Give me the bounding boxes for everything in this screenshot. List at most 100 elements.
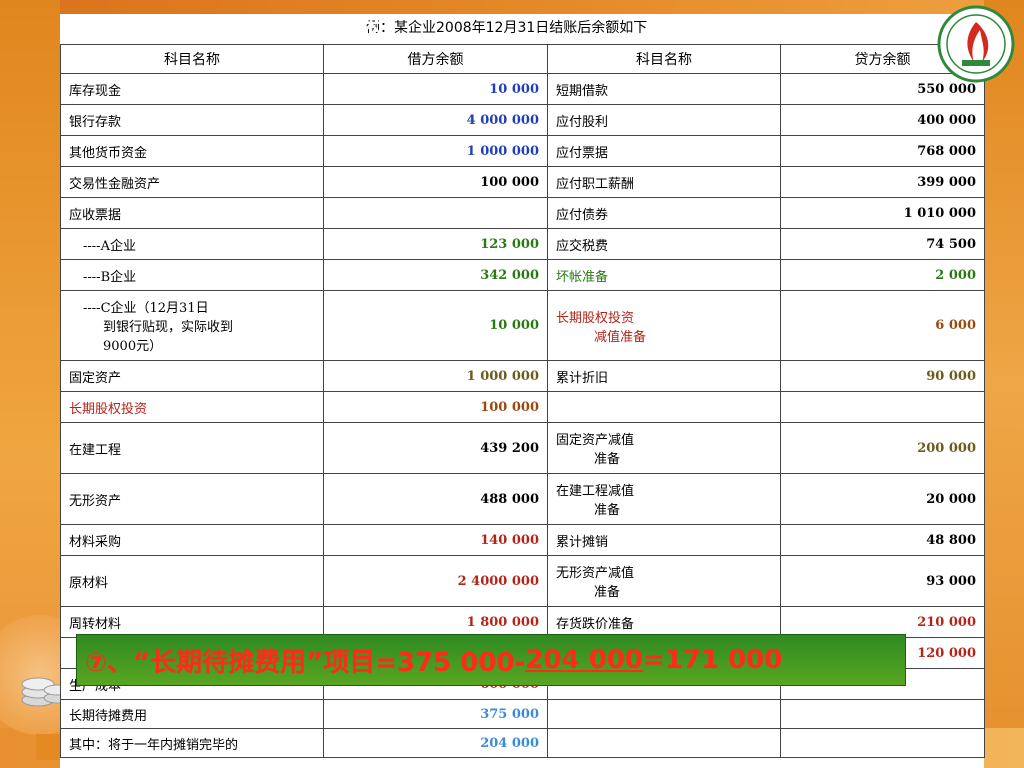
debit-account-cell: 原材料 — [60, 555, 324, 607]
credit-value-cell: 74 500 — [780, 228, 985, 260]
credit-account-cell: 短期借款 — [547, 73, 781, 105]
header-account-name-debit: 科目名称 — [60, 44, 324, 74]
credit-account-cell: 长期股权投资 减值准备 — [547, 290, 781, 361]
credit-value-cell: 399 000 — [780, 166, 985, 198]
debit-account-cell: 库存现金 — [60, 73, 324, 105]
credit-account-cell: 无形资产减值 准备 — [547, 555, 781, 607]
debit-account-cell: 银行存款 — [60, 104, 324, 136]
debit-account-cell: 其他货币资金 — [60, 135, 324, 167]
credit-account-cell: 累计折旧 — [547, 360, 781, 392]
credit-account-line: 减值准备 — [594, 329, 647, 345]
credit-account-line: 无形资产减值 — [556, 566, 635, 581]
debit-value-cell: 1 000 000 — [323, 135, 548, 167]
debit-value-cell: 1 000 000 — [323, 360, 548, 392]
debit-account-cell: 交易性金融资产 — [60, 166, 324, 198]
banner-text-result: =171 000 — [642, 645, 783, 675]
debit-value-cell: 123 000 — [323, 228, 548, 260]
credit-account-cell: 应交税费 — [547, 228, 781, 260]
debit-account-cell: 固定资产 — [60, 360, 324, 392]
school-emblem-icon — [937, 5, 1015, 83]
table-row: 其中：将于一年内摊销完毕的 204 000 — [60, 728, 985, 758]
debit-value-cell: 1 800 000 — [323, 606, 548, 638]
debit-value-cell: 342 000 — [323, 259, 548, 291]
table-row: 库存现金 10 000 短期借款 550 000 — [60, 73, 985, 105]
header-debit-balance: 借方余额 — [323, 44, 548, 74]
debit-account-cell: 长期待摊费用 — [60, 699, 324, 729]
debit-value-cell: 2 4000 000 — [323, 555, 548, 607]
table-row: ----A企业 123 000 应交税费 74 500 — [60, 228, 985, 260]
debit-value-cell: 439 200 — [323, 422, 548, 474]
debit-account-cell: 无形资产 — [60, 473, 324, 525]
credit-value-cell: 6 000 — [780, 290, 985, 361]
debit-account-cell: 长期股权投资 — [60, 391, 324, 423]
credit-account-line: 准备 — [594, 585, 621, 600]
credit-account-cell — [547, 728, 781, 758]
credit-account-cell — [547, 391, 781, 423]
table-caption: 例：某企业2008年12月31日结账后余额如下 — [366, 20, 648, 36]
table-row: 应收票据 应付债券 1 010 000 — [60, 197, 985, 229]
debit-value-cell: 375 000 — [323, 699, 548, 729]
credit-value-cell: 90 000 — [780, 360, 985, 392]
credit-value-cell: 20 000 — [780, 473, 985, 525]
credit-account-line: 准备 — [594, 452, 621, 467]
debit-account-cell: ----A企业 — [60, 228, 324, 260]
slide-right-band — [984, 0, 1024, 768]
debit-value-cell: 10 000 — [323, 73, 548, 105]
table-header-row: 科目名称 借方余额 科目名称 贷方余额 — [60, 44, 985, 74]
credit-value-cell: 768 000 — [780, 135, 985, 167]
table-row: ----B企业 342 000 坏帐准备 2 000 — [60, 259, 985, 291]
credit-account-cell: 存货跌价准备 — [547, 606, 781, 638]
credit-account-cell: 应付股利 — [547, 104, 781, 136]
credit-account-line: 长期股权投资 — [556, 310, 635, 326]
credit-account-cell: 应付债券 — [547, 197, 781, 229]
debit-value-cell: 140 000 — [323, 524, 548, 556]
result-banner: ⑦、“长期待摊费用”项目=375 000- 204 000 =171 000 — [76, 634, 906, 686]
banner-text-underlined: 204 000 — [525, 645, 643, 675]
credit-account-cell: 累计摊销 — [547, 524, 781, 556]
table-row: 固定资产 1 000 000 累计折旧 90 000 — [60, 360, 985, 392]
debit-value-cell: 204 000 — [323, 728, 548, 758]
debit-account-cell: ----C企业（12月31日 到银行贴现，实际收到 9000元） — [60, 290, 324, 361]
header-account-name-credit: 科目名称 — [547, 44, 781, 74]
table-row: ----C企业（12月31日 到银行贴现，实际收到 9000元） 10 000 … — [60, 290, 985, 361]
credit-value-cell: 2 000 — [780, 259, 985, 291]
credit-account-cell — [547, 699, 781, 729]
debit-value-cell: 10 000 — [323, 290, 548, 361]
debit-account-cell: 应收票据 — [60, 197, 324, 229]
table-row: 长期待摊费用 375 000 — [60, 699, 985, 729]
table-row: 无形资产 488 000 在建工程减值 准备 20 000 — [60, 473, 985, 525]
table-row: 周转材料 1 800 000 存货跌价准备 210 000 — [60, 606, 985, 638]
debit-value-cell — [323, 197, 548, 229]
debit-account-line: ----C企业（12月31日 — [83, 301, 209, 316]
table-row: 其他货币资金 1 000 000 应付票据 768 000 — [60, 135, 985, 167]
credit-account-cell: 应付职工薪酬 — [547, 166, 781, 198]
credit-value-cell: 48 800 — [780, 524, 985, 556]
slide-title: 企业岗位化财务会计技术 — [120, 16, 385, 41]
table-row: 交易性金融资产 100 000 应付职工薪酬 399 000 — [60, 166, 985, 198]
credit-value-cell — [780, 728, 985, 758]
debit-value-cell: 4 000 000 — [323, 104, 548, 136]
credit-value-cell: 200 000 — [780, 422, 985, 474]
credit-value-cell: 1 010 000 — [780, 197, 985, 229]
debit-value-cell: 100 000 — [323, 166, 548, 198]
debit-account-cell: 其中：将于一年内摊销完毕的 — [60, 728, 324, 758]
table-row: 银行存款 4 000 000 应付股利 400 000 — [60, 104, 985, 136]
credit-value-cell — [780, 699, 985, 729]
debit-value-cell: 488 000 — [323, 473, 548, 525]
debit-account-cell: ----B企业 — [60, 259, 324, 291]
debit-account-line: 到银行贴现，实际收到 — [103, 320, 234, 335]
credit-account-cell: 应付票据 — [547, 135, 781, 167]
debit-value-cell: 100 000 — [323, 391, 548, 423]
credit-account-line: 准备 — [594, 503, 621, 518]
debit-account-cell: 周转材料 — [60, 606, 324, 638]
debit-account-cell: 在建工程 — [60, 422, 324, 474]
debit-account-line: 9000元） — [103, 339, 163, 354]
table-row: 长期股权投资 100 000 — [60, 391, 985, 423]
table-row: 材料采购 140 000 累计摊销 48 800 — [60, 524, 985, 556]
credit-account-line: 固定资产减值 — [556, 433, 635, 448]
credit-account-line: 在建工程减值 — [556, 484, 635, 499]
credit-account-cell: 固定资产减值 准备 — [547, 422, 781, 474]
table-row: 在建工程 439 200 固定资产减值 准备 200 000 — [60, 422, 985, 474]
credit-value-cell: 210 000 — [780, 606, 985, 638]
credit-account-cell: 在建工程减值 准备 — [547, 473, 781, 525]
